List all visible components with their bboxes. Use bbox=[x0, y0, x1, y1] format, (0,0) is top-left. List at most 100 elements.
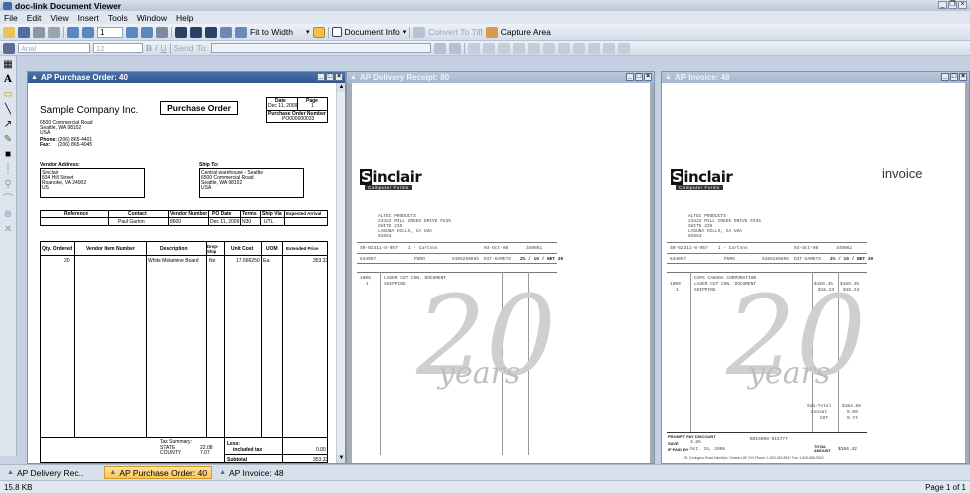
divider bbox=[667, 263, 867, 264]
chevron-down-icon[interactable]: ▾ bbox=[306, 28, 310, 36]
lock-icon[interactable]: ⊗ bbox=[2, 209, 15, 220]
shape-icon[interactable] bbox=[557, 42, 570, 54]
filled-rect-icon[interactable]: ■ bbox=[2, 149, 15, 160]
maximize-icon[interactable]: □ bbox=[326, 73, 334, 81]
rotate-icon[interactable] bbox=[175, 26, 187, 38]
menu-file[interactable]: File bbox=[4, 13, 18, 23]
chevron-down-icon[interactable]: ▾ bbox=[403, 28, 407, 36]
po-vertical-scrollbar[interactable]: ▲ ▼ bbox=[336, 83, 345, 463]
highlight-icon[interactable] bbox=[312, 26, 325, 38]
send-to-input[interactable] bbox=[210, 43, 431, 53]
close-icon[interactable]: × bbox=[958, 1, 967, 9]
shape-icon[interactable] bbox=[587, 42, 600, 54]
receipt-invoice-number: 349061 bbox=[526, 246, 543, 251]
shape-icon[interactable] bbox=[542, 42, 555, 54]
minimize-icon[interactable]: _ bbox=[941, 73, 949, 81]
shape-icon[interactable] bbox=[602, 42, 615, 54]
shape-icon[interactable] bbox=[497, 42, 510, 54]
shape-icon[interactable] bbox=[617, 42, 630, 54]
stamp-icon[interactable] bbox=[433, 42, 446, 54]
arrow-tool-icon[interactable]: ↗ bbox=[2, 119, 15, 130]
print-preview-icon[interactable] bbox=[48, 26, 60, 38]
shape-icon[interactable] bbox=[467, 42, 480, 54]
fit-to-width-select[interactable]: Fit to Width bbox=[250, 27, 293, 37]
invoice-code: DIT-GAMETS bbox=[794, 257, 822, 262]
page-number-input[interactable]: 1 bbox=[97, 26, 123, 38]
first-page-icon[interactable] bbox=[67, 26, 79, 38]
send-button[interactable]: Send bbox=[174, 43, 194, 53]
document-icon: ▲ bbox=[31, 74, 38, 81]
document-info-button[interactable]: Document Info bbox=[345, 27, 400, 37]
attach-icon[interactable]: ⌒ bbox=[2, 194, 15, 205]
tab-invoice[interactable]: ▲ AP Invoice: 48 bbox=[215, 466, 288, 479]
flip-icon[interactable] bbox=[190, 26, 202, 38]
thumbnails-icon[interactable] bbox=[156, 26, 168, 38]
purchase-order-titlebar[interactable]: ▲ AP Purchase Order: 40 _ □ × bbox=[28, 72, 345, 83]
minimize-icon[interactable]: _ bbox=[626, 73, 634, 81]
tab-delivery-receipt[interactable]: ▲ AP Delivery Rec.. bbox=[3, 466, 87, 479]
menu-tools[interactable]: Tools bbox=[108, 13, 128, 23]
mirror-icon[interactable] bbox=[205, 26, 217, 38]
total-row-label: GST bbox=[820, 416, 829, 421]
maximize-icon[interactable]: □ bbox=[635, 73, 643, 81]
shape-icon[interactable] bbox=[572, 42, 585, 54]
convert-to-tiff-button[interactable]: Convert To Tiff bbox=[428, 27, 483, 37]
invoice-window[interactable]: ▲ AP Invoice: 48 _ □ × Sinclair Computer… bbox=[661, 71, 970, 464]
underline-button[interactable]: U bbox=[161, 43, 167, 53]
purchase-order-window[interactable]: ▲ AP Purchase Order: 40 _ □ × Sample Com… bbox=[27, 71, 346, 464]
text-tool-icon[interactable]: A bbox=[2, 74, 15, 85]
divider bbox=[224, 454, 328, 455]
close-icon[interactable]: × bbox=[335, 73, 343, 81]
menu-edit[interactable]: Edit bbox=[27, 13, 42, 23]
last-page-icon[interactable] bbox=[141, 26, 153, 38]
delivery-receipt-titlebar[interactable]: ▲ AP Delivery Receipt: 80 _ □ × bbox=[347, 72, 654, 83]
select-tool-icon[interactable]: ▦ bbox=[2, 59, 15, 70]
previous-page-icon[interactable] bbox=[82, 26, 94, 38]
zoom-in-icon[interactable] bbox=[220, 26, 232, 38]
delete-annotation-icon[interactable]: ✕ bbox=[2, 224, 15, 235]
tab-purchase-order[interactable]: ▲ AP Purchase Order: 40 bbox=[104, 466, 213, 479]
shape-icon[interactable] bbox=[482, 42, 495, 54]
capture-area-button[interactable]: Capture Area bbox=[501, 27, 551, 37]
receipt-terms: 2% / 10 / NET 30 bbox=[520, 257, 564, 262]
font-name-select[interactable]: Arial bbox=[18, 43, 90, 53]
invoice-titlebar[interactable]: ▲ AP Invoice: 48 _ □ × bbox=[662, 72, 969, 83]
zoom-out-icon[interactable] bbox=[235, 26, 247, 38]
tax-row-amount: 7.07 bbox=[200, 450, 210, 456]
divider bbox=[40, 217, 328, 218]
restore-icon[interactable]: ❐ bbox=[948, 1, 957, 9]
menu-view[interactable]: View bbox=[50, 13, 68, 23]
bold-button[interactable]: B bbox=[146, 43, 152, 53]
delivery-receipt-window[interactable]: ▲ AP Delivery Receipt: 80 _ □ × Sinclair… bbox=[346, 71, 655, 464]
save-icon[interactable] bbox=[18, 26, 30, 38]
toolbar-separator bbox=[171, 26, 172, 38]
minimize-icon[interactable]: _ bbox=[938, 1, 947, 9]
scroll-down-icon[interactable]: ▼ bbox=[337, 454, 345, 463]
sticky-note-icon[interactable]: ▭ bbox=[2, 89, 15, 100]
shape-icon[interactable] bbox=[527, 42, 540, 54]
invoice-viewport[interactable]: Sinclair Computer Forms invoice ALTEC PR… bbox=[662, 83, 969, 463]
pen-tool-icon[interactable]: ✎ bbox=[2, 134, 15, 145]
maximize-icon[interactable]: □ bbox=[950, 73, 958, 81]
minimize-icon[interactable]: _ bbox=[317, 73, 325, 81]
font-size-select[interactable]: 12 bbox=[93, 43, 143, 53]
menu-window[interactable]: Window bbox=[137, 13, 167, 23]
menu-help[interactable]: Help bbox=[176, 13, 193, 23]
menu-insert[interactable]: Insert bbox=[78, 13, 99, 23]
scroll-up-icon[interactable]: ▲ bbox=[337, 83, 345, 92]
stamp-tool-icon[interactable]: ⚲ bbox=[2, 179, 15, 190]
print-icon[interactable] bbox=[33, 26, 45, 38]
close-icon[interactable]: × bbox=[959, 73, 967, 81]
delivery-receipt-viewport[interactable]: Sinclair Computer Forms ALTEC PRODUCTS 2… bbox=[347, 83, 654, 463]
purchase-order-viewport[interactable]: Sample Company Inc. Purchase Order 6500 … bbox=[28, 83, 345, 463]
divider bbox=[40, 437, 328, 438]
italic-button[interactable]: I bbox=[155, 43, 157, 53]
shape-icon[interactable] bbox=[512, 42, 525, 54]
annotation-icon[interactable] bbox=[3, 42, 15, 54]
next-page-icon[interactable] bbox=[126, 26, 138, 38]
open-folder-icon[interactable] bbox=[3, 26, 15, 38]
note-icon[interactable] bbox=[448, 42, 461, 54]
hollow-rect-icon[interactable]: ┆ bbox=[2, 164, 15, 175]
line-tool-icon[interactable]: ╲ bbox=[2, 104, 15, 115]
close-icon[interactable]: × bbox=[644, 73, 652, 81]
